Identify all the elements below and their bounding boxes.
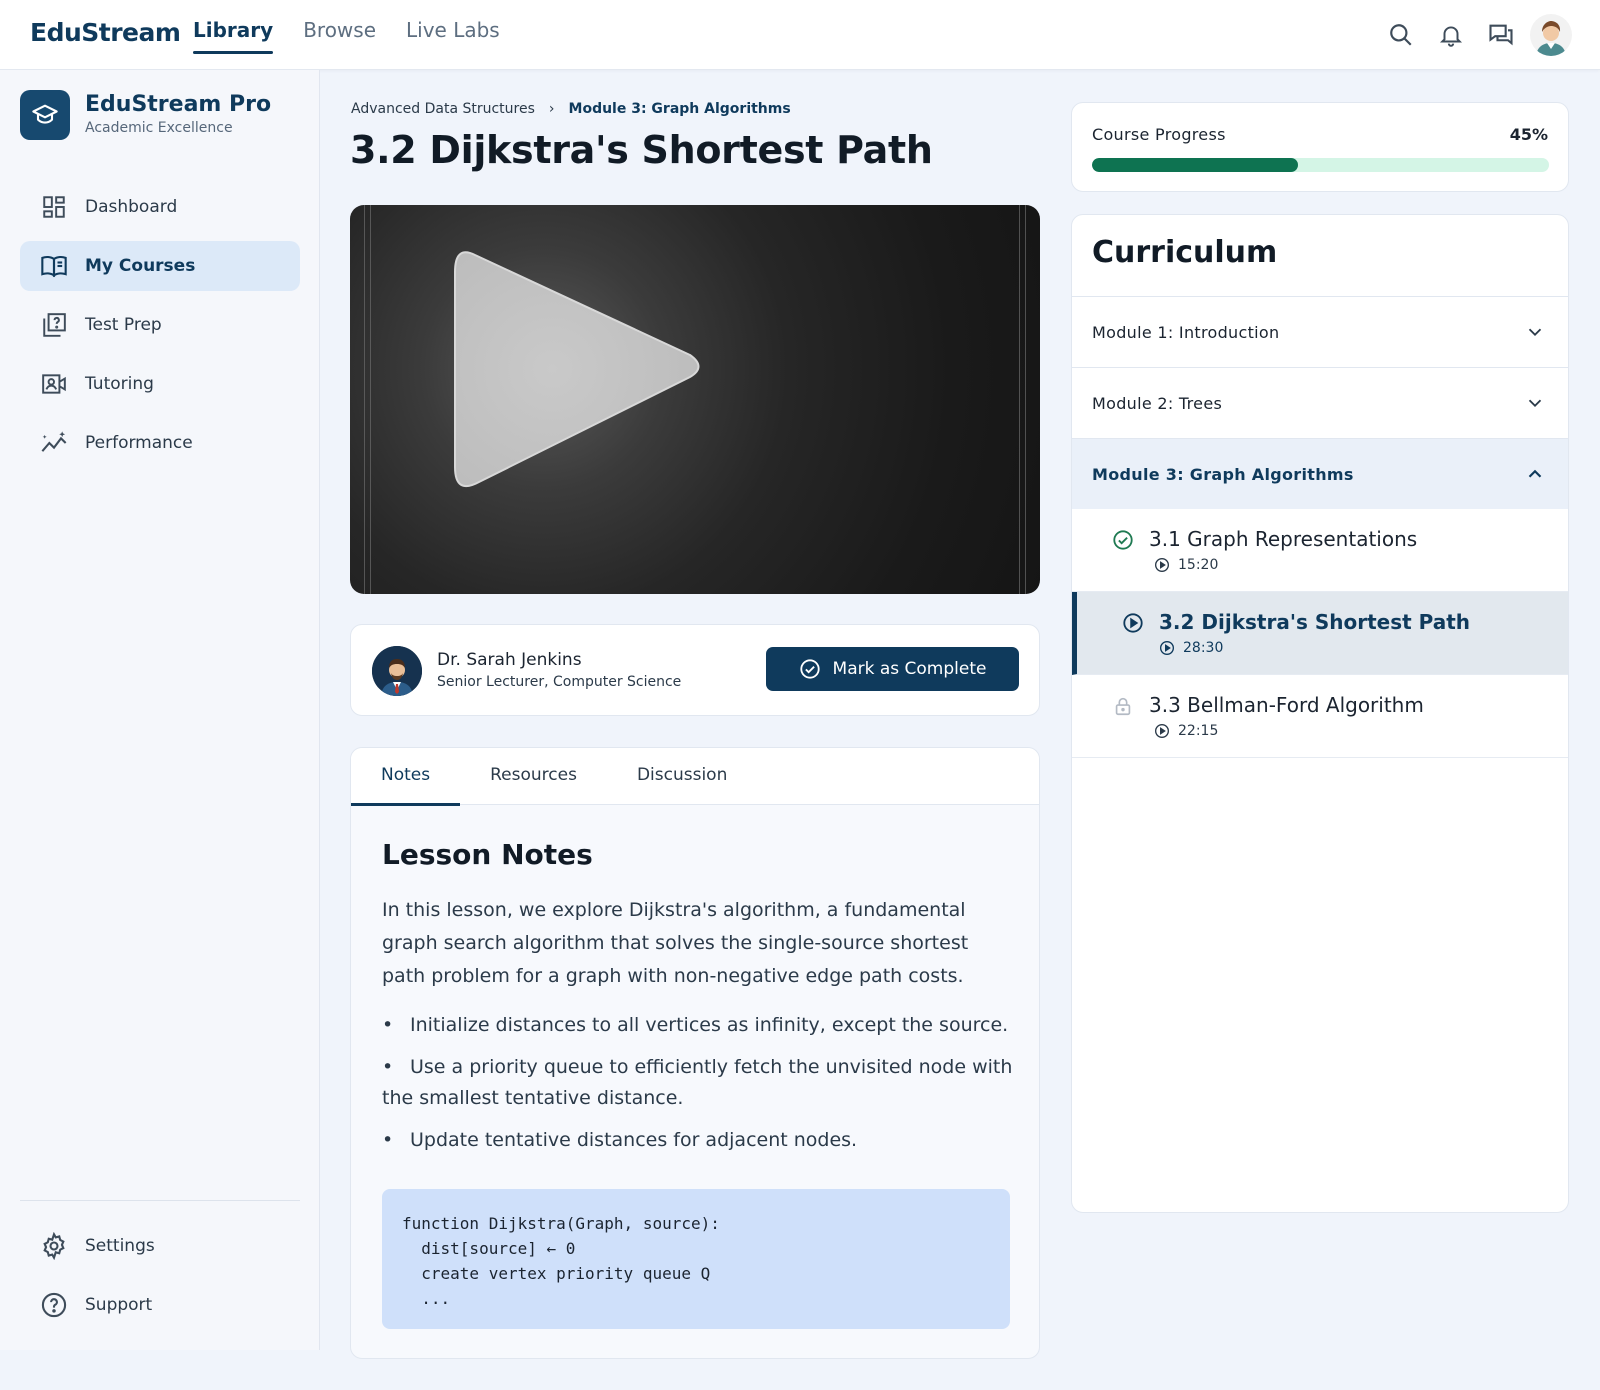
- list-item: Initialize distances to all vertices as …: [382, 1010, 1022, 1041]
- sidebar-item-tutoring[interactable]: Tutoring: [20, 359, 300, 409]
- instructor-name: Dr. Sarah Jenkins: [437, 650, 582, 670]
- progress-fill: [1092, 158, 1298, 172]
- check-circle-icon: [1113, 530, 1133, 550]
- list-item: Update tentative distances for adjacent …: [382, 1125, 1022, 1156]
- play-icon[interactable]: [445, 227, 725, 512]
- module-3-row[interactable]: Module 3: Graph Algorithms: [1072, 438, 1568, 509]
- lesson-item-3-3[interactable]: 3.3 Bellman-Ford Algorithm 22:15: [1072, 675, 1568, 758]
- mark-complete-button[interactable]: Mark as Complete: [766, 647, 1019, 691]
- sidebar: EduStream Pro Academic Excellence Dashbo…: [0, 70, 320, 1350]
- top-nav: Library Browse Live Labs: [193, 0, 530, 70]
- module-2-row[interactable]: Module 2: Trees: [1072, 367, 1568, 438]
- tab-bar: Notes Resources Discussion: [351, 748, 1039, 806]
- page-title: 3.2 Dijkstra's Shortest Path: [350, 128, 933, 172]
- notes-title: Lesson Notes: [382, 838, 593, 871]
- chevron-down-icon: [1528, 328, 1542, 337]
- sidebar-item-performance[interactable]: Performance: [20, 418, 300, 468]
- chevron-up-icon: [1528, 469, 1542, 478]
- lock-icon: [1115, 697, 1131, 716]
- breadcrumb-parent[interactable]: Advanced Data Structures: [351, 101, 535, 117]
- module-1-row[interactable]: Module 1: Introduction: [1072, 296, 1568, 367]
- brand-logo[interactable]: EduStream: [30, 18, 181, 47]
- help-icon: [40, 1291, 68, 1319]
- play-circle-icon: [1160, 641, 1174, 655]
- chart-icon: [40, 429, 68, 457]
- sidebar-item-my-courses[interactable]: My Courses: [20, 241, 300, 291]
- sidebar-item-dashboard[interactable]: Dashboard: [20, 182, 300, 232]
- top-icons: [1376, 12, 1572, 58]
- nav-library[interactable]: Library: [193, 0, 274, 70]
- notes-bullets: Initialize distances to all vertices as …: [382, 1010, 1022, 1167]
- curriculum-panel: Curriculum Module 1: Introduction Module…: [1071, 214, 1569, 1213]
- sidebar-title: EduStream Pro: [85, 92, 272, 117]
- lesson-item-3-1[interactable]: 3.1 Graph Representations 15:20: [1072, 509, 1568, 592]
- nav-browse[interactable]: Browse: [303, 0, 376, 70]
- chat-icon[interactable]: [1476, 12, 1526, 58]
- mark-complete-label: Mark as Complete: [832, 659, 987, 679]
- tab-resources[interactable]: Resources: [460, 748, 607, 805]
- module-label: Module 1: Introduction: [1092, 322, 1280, 342]
- course-progress-card: Course Progress 45%: [1071, 102, 1569, 192]
- progress-percent: 45%: [1509, 125, 1548, 144]
- book-icon: [40, 252, 68, 280]
- lesson-tabs-panel: Notes Resources Discussion Lesson Notes …: [350, 747, 1040, 1359]
- lesson-duration: 15:20: [1154, 557, 1218, 573]
- sidebar-item-label: Test Prep: [85, 315, 162, 335]
- breadcrumb: Advanced Data Structures › Module 3: Gra…: [351, 101, 791, 117]
- sidebar-subtitle: Academic Excellence: [85, 120, 233, 136]
- sidebar-item-label: Support: [85, 1295, 153, 1315]
- video-call-icon: [40, 370, 68, 398]
- sidebar-divider: [20, 1200, 300, 1201]
- lesson-duration: 22:15: [1154, 723, 1218, 739]
- lesson-title: 3.3 Bellman-Ford Algorithm: [1149, 693, 1424, 717]
- lesson-title: 3.2 Dijkstra's Shortest Path: [1159, 610, 1471, 634]
- graduation-cap-icon: [20, 90, 70, 140]
- code-block: function Dijkstra(Graph, source): dist[s…: [382, 1189, 1010, 1329]
- sidebar-item-label: Dashboard: [85, 197, 178, 217]
- dashboard-icon: [40, 193, 68, 221]
- sidebar-item-support[interactable]: Support: [20, 1280, 300, 1330]
- tab-notes[interactable]: Notes: [351, 748, 461, 806]
- breadcrumb-current: Module 3: Graph Algorithms: [568, 101, 791, 117]
- sidebar-item-label: Performance: [85, 433, 193, 453]
- module-label: Module 2: Trees: [1092, 393, 1223, 413]
- sidebar-item-label: Tutoring: [85, 374, 154, 394]
- play-circle-icon: [1155, 558, 1169, 572]
- nav-live-labs[interactable]: Live Labs: [406, 0, 500, 70]
- video-player[interactable]: [350, 205, 1040, 594]
- sidebar-item-test-prep[interactable]: Test Prep: [20, 300, 300, 350]
- instructor-card: Dr. Sarah Jenkins Senior Lecturer, Compu…: [350, 624, 1040, 716]
- list-item: Use a priority queue to efficiently fetc…: [382, 1052, 1022, 1114]
- lesson-item-3-2[interactable]: 3.2 Dijkstra's Shortest Path 28:30: [1072, 592, 1568, 675]
- play-circle-icon: [1155, 724, 1169, 738]
- notes-paragraph: In this lesson, we explore Dijkstra's al…: [382, 899, 969, 987]
- play-circle-icon: [1123, 613, 1143, 633]
- chevron-down-icon: [1528, 399, 1542, 408]
- sidebar-item-label: Settings: [85, 1236, 155, 1256]
- lesson-title: 3.1 Graph Representations: [1149, 527, 1418, 551]
- check-circle-icon: [799, 659, 820, 679]
- lesson-duration: 28:30: [1159, 640, 1223, 656]
- quiz-icon: [40, 311, 68, 339]
- search-icon[interactable]: [1376, 12, 1426, 58]
- instructor-role: Senior Lecturer, Computer Science: [437, 674, 682, 690]
- curriculum-title: Curriculum: [1092, 235, 1278, 270]
- user-avatar[interactable]: [1530, 14, 1572, 56]
- progress-track: [1092, 158, 1549, 172]
- notification-bell-icon[interactable]: [1426, 12, 1476, 58]
- breadcrumb-separator: ›: [548, 101, 555, 117]
- sidebar-item-label: My Courses: [85, 256, 196, 276]
- progress-label: Course Progress: [1092, 125, 1226, 144]
- tab-discussion[interactable]: Discussion: [607, 748, 757, 805]
- sidebar-item-settings[interactable]: Settings: [20, 1221, 300, 1271]
- top-bar: EduStream Library Browse Live Labs: [0, 0, 1600, 70]
- instructor-avatar: [372, 646, 422, 696]
- module-label: Module 3: Graph Algorithms: [1092, 464, 1354, 484]
- gear-icon: [40, 1232, 68, 1260]
